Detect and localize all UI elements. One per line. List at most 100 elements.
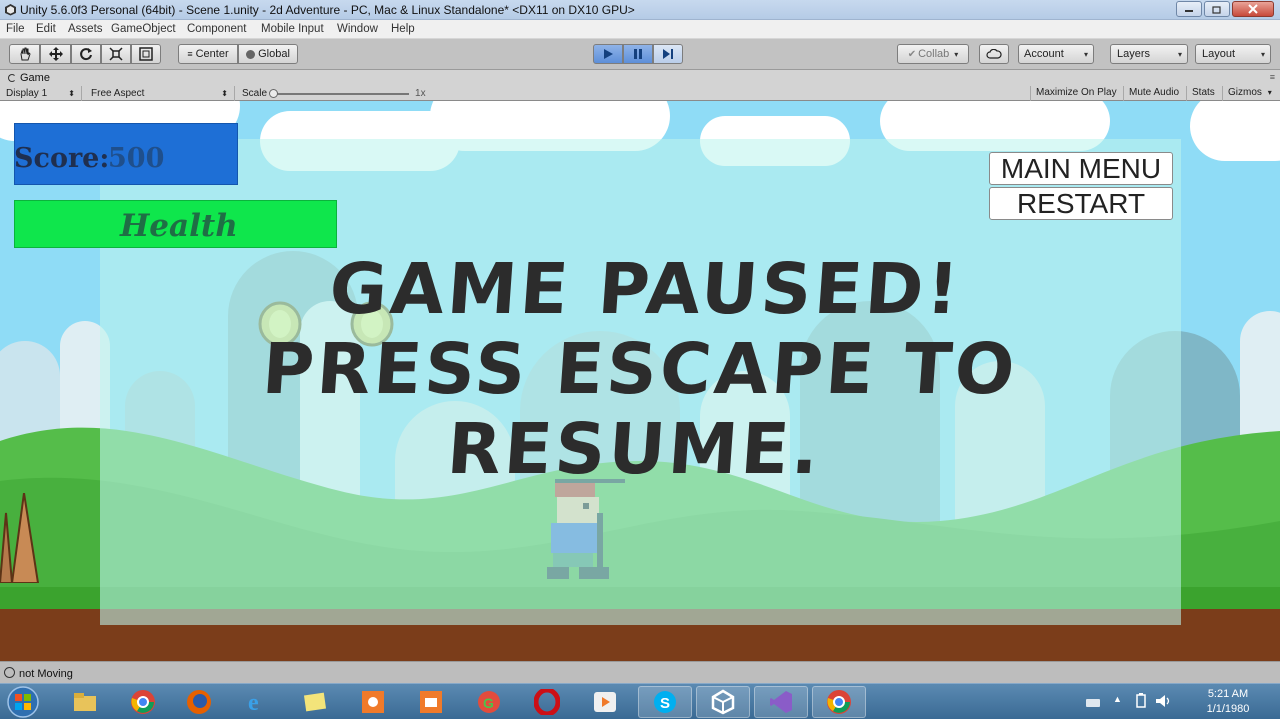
taskbar-internet-explorer[interactable]: e xyxy=(230,686,284,718)
panel-menu-icon[interactable]: ≡ xyxy=(1270,72,1275,82)
main-toolbar: ≡ Center Global ✔ Collab ▾ Account ▾ Lay… xyxy=(0,39,1280,70)
svg-text:e: e xyxy=(248,690,259,715)
spike-hazard xyxy=(0,493,40,583)
cloud xyxy=(1190,101,1280,161)
sticky-notes-icon xyxy=(303,692,327,712)
scale-slider-thumb[interactable] xyxy=(269,88,279,98)
account-label: Account xyxy=(1024,48,1064,60)
pivot-center-label: Center xyxy=(195,48,229,60)
unity-editor-window: Unity 5.6.0f3 Personal (64bit) - Scene 1… xyxy=(0,0,1280,719)
pivot-center-toggle[interactable]: ≡ Center xyxy=(178,44,238,64)
menu-gameobject[interactable]: GameObject xyxy=(111,23,176,35)
info-icon xyxy=(4,667,15,678)
maximize-on-play-toggle[interactable]: Maximize On Play xyxy=(1030,86,1122,101)
play-button[interactable] xyxy=(593,44,623,64)
close-icon xyxy=(1248,4,1258,14)
display-dropdown[interactable]: Display 1 ⬍ xyxy=(0,86,82,101)
rect-tool-button[interactable] xyxy=(131,44,161,64)
visual-studio-icon xyxy=(770,691,792,713)
pivot-global-toggle[interactable]: Global xyxy=(238,44,298,64)
keyboard-icon[interactable] xyxy=(1086,695,1100,713)
opera-icon xyxy=(534,689,560,715)
move-tool-button[interactable] xyxy=(40,44,71,64)
taskbar-clock[interactable]: 5:21 AM 1/1/1980 xyxy=(1204,687,1252,717)
hand-icon xyxy=(19,47,31,61)
menu-bar: File Edit Assets GameObject Component Mo… xyxy=(0,20,1280,39)
collab-dropdown[interactable]: ✔ Collab ▾ xyxy=(897,44,969,64)
menu-file[interactable]: File xyxy=(6,23,25,35)
menu-assets[interactable]: Assets xyxy=(68,23,103,35)
gizmos-dropdown[interactable]: Gizmos ▾ xyxy=(1222,86,1280,101)
game-controller-icon xyxy=(8,74,16,82)
taskbar-sticky-notes[interactable] xyxy=(288,686,342,718)
pause-button[interactable] xyxy=(623,44,653,64)
taskbar-opera[interactable] xyxy=(520,686,574,718)
mute-audio-toggle[interactable]: Mute Audio xyxy=(1123,86,1184,101)
battery-icon[interactable] xyxy=(1134,693,1148,714)
health-label: Health xyxy=(120,208,238,244)
restart-button[interactable]: RESTART xyxy=(989,187,1173,220)
restore-button[interactable] xyxy=(1204,1,1230,17)
rotate-tool-button[interactable] xyxy=(71,44,101,64)
caret-updown-icon: ⬍ xyxy=(221,89,228,98)
check-icon: ✔ xyxy=(907,48,917,60)
scale-slider[interactable] xyxy=(269,88,410,98)
windows-start-icon[interactable] xyxy=(3,685,43,719)
step-button[interactable] xyxy=(653,44,683,64)
caret-down-icon: ▾ xyxy=(1267,88,1272,97)
caret-updown-icon: ⬍ xyxy=(68,89,75,98)
cloud-button[interactable] xyxy=(979,44,1009,64)
globe-icon xyxy=(246,49,256,59)
volume-icon[interactable] xyxy=(1155,693,1173,714)
display-label: Display 1 xyxy=(6,88,48,99)
layout-dropdown[interactable]: Layout ▾ xyxy=(1195,44,1271,64)
close-button[interactable] xyxy=(1232,1,1274,17)
game-viewport[interactable]: Score: 500 Health MAIN MENU RESTART GAME… xyxy=(0,101,1280,661)
aspect-dropdown[interactable]: Free Aspect ⬍ xyxy=(85,86,235,101)
chrome-icon xyxy=(131,690,155,714)
window-title: Unity 5.6.0f3 Personal (64bit) - Scene 1… xyxy=(20,3,635,17)
caret-down-icon: ▾ xyxy=(1177,49,1182,59)
windows-taskbar: e G S ▲ 5:21 AM 1/1/1980 xyxy=(0,683,1280,719)
show-hidden-icons-icon[interactable]: ▲ xyxy=(1113,694,1122,704)
menu-edit[interactable]: Edit xyxy=(36,23,56,35)
pause-message: GAME PAUSED! PRESS ESCAPE TO RESUME. xyxy=(172,248,1109,490)
main-menu-button[interactable]: MAIN MENU xyxy=(989,152,1173,185)
unity-logo-icon xyxy=(5,4,16,16)
menu-component[interactable]: Component xyxy=(187,23,246,35)
taskbar-chrome-window[interactable] xyxy=(812,686,866,718)
taskbar-camera-app[interactable] xyxy=(404,686,458,718)
menu-help[interactable]: Help xyxy=(391,23,415,35)
menu-mobile-input[interactable]: Mobile Input xyxy=(261,23,324,35)
media-player-icon xyxy=(594,692,616,712)
status-bar: not Moving xyxy=(0,661,1280,683)
pause-message-line: RESUME. xyxy=(444,408,825,490)
taskbar-visual-studio[interactable] xyxy=(754,686,808,718)
scale-control: Scale 1x xyxy=(236,86,436,101)
taskbar-screen-recorder[interactable] xyxy=(346,686,400,718)
stats-toggle[interactable]: Stats xyxy=(1186,86,1220,101)
hand-tool-button[interactable] xyxy=(9,44,40,64)
taskbar-skype[interactable]: S xyxy=(638,686,692,718)
tab-game[interactable]: Game xyxy=(0,70,60,86)
clock-date: 1/1/1980 xyxy=(1206,703,1250,715)
status-message[interactable]: not Moving xyxy=(19,668,73,680)
taskbar-unity[interactable] xyxy=(696,686,750,718)
taskbar-chrome[interactable] xyxy=(116,686,170,718)
window-controls xyxy=(1176,1,1274,17)
taskbar-media-player[interactable] xyxy=(578,686,632,718)
taskbar-firefox[interactable] xyxy=(172,686,226,718)
pivot-global-label: Global xyxy=(258,48,290,60)
minimize-icon xyxy=(1185,10,1193,12)
scale-tool-button[interactable] xyxy=(101,44,131,64)
account-dropdown[interactable]: Account ▾ xyxy=(1018,44,1094,64)
taskbar-game-app[interactable]: G xyxy=(462,686,516,718)
scale-icon xyxy=(109,47,123,61)
skype-icon: S xyxy=(654,691,676,713)
menu-window[interactable]: Window xyxy=(337,23,378,35)
svg-text:G: G xyxy=(483,695,494,711)
layers-dropdown[interactable]: Layers ▾ xyxy=(1110,44,1188,64)
taskbar-file-explorer[interactable] xyxy=(58,686,112,718)
aspect-label: Free Aspect xyxy=(91,88,145,99)
minimize-button[interactable] xyxy=(1176,1,1202,17)
